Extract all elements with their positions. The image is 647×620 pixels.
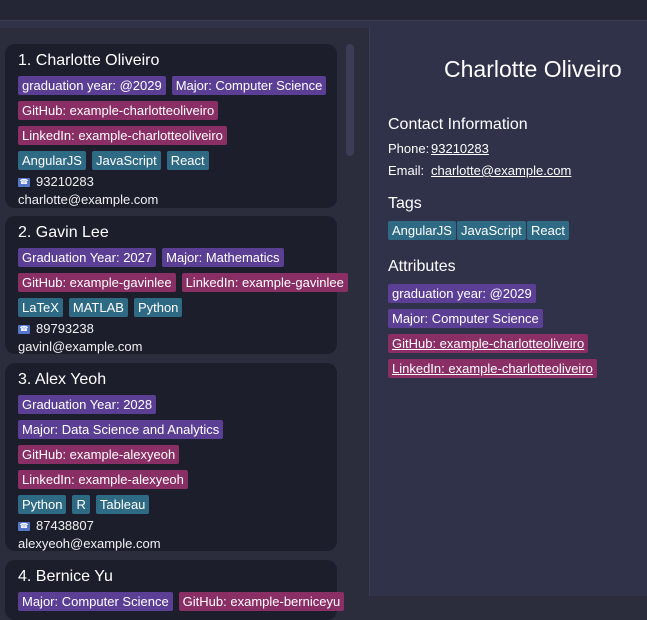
github-chip[interactable]: GitHub: example-gavinlee bbox=[18, 273, 176, 292]
tag-chip: LaTeX bbox=[18, 298, 63, 317]
tag-chip: Tableau bbox=[95, 495, 150, 514]
major-chip: Major: Computer Science bbox=[18, 592, 173, 611]
contact-phone: 87438807 bbox=[36, 518, 94, 533]
github-chip[interactable]: GitHub: example-charlotteoliveiro bbox=[18, 101, 219, 120]
phone-label: Phone: bbox=[388, 141, 430, 156]
contact-phone: 89793238 bbox=[36, 321, 94, 336]
contact-email: charlotte@example.com bbox=[18, 192, 159, 207]
contact-name: 4. Bernice Yu bbox=[18, 568, 113, 585]
graduation-chip: Graduation Year: 2028 bbox=[18, 395, 157, 414]
contact-card-1[interactable]: 1. Charlotte Oliveiro graduation year: @… bbox=[5, 44, 337, 208]
contact-card-4[interactable]: 4. Bernice Yu Major: Computer Science Gi… bbox=[5, 560, 345, 620]
tag-chip: R bbox=[72, 495, 90, 514]
linkedin-chip[interactable]: LinkedIn: example-charlotteoliveiro bbox=[18, 126, 227, 145]
contact-information-heading: Contact Information bbox=[388, 116, 528, 133]
detail-name: Charlotte Oliveiro bbox=[444, 56, 622, 82]
contact-list-scrollbar[interactable] bbox=[346, 44, 354, 156]
tag-chip: MATLAB bbox=[68, 298, 128, 317]
detail-github-link[interactable]: GitHub: example-charlotteoliveiro bbox=[388, 334, 589, 353]
github-chip[interactable]: GitHub: example-berniceyu bbox=[178, 592, 345, 611]
contact-card-2[interactable]: 2. Gavin Lee Graduation Year: 2027 Major… bbox=[5, 216, 348, 354]
contact-card-3[interactable]: 3. Alex Yeoh Graduation Year: 2028 Major… bbox=[5, 363, 337, 551]
graduation-chip: Graduation Year: 2027 bbox=[18, 248, 157, 267]
contact-name: 3. Alex Yeoh bbox=[18, 371, 107, 388]
tags-heading: Tags bbox=[388, 195, 422, 212]
detail-attribute-chip: graduation year: @2029 bbox=[388, 284, 536, 303]
linkedin-chip[interactable]: LinkedIn: example-alexyeoh bbox=[18, 470, 188, 489]
phone-icon: ☎ bbox=[18, 177, 30, 187]
detail-email[interactable]: charlotte@example.com bbox=[431, 163, 571, 178]
contact-email: gavinl@example.com bbox=[18, 339, 143, 354]
detail-tag-chip: React bbox=[527, 221, 569, 240]
major-chip: Major: Data Science and Analytics bbox=[18, 420, 224, 439]
menu-bar bbox=[0, 0, 647, 20]
phone-icon: ☎ bbox=[18, 521, 30, 531]
contact-phone: 93210283 bbox=[36, 174, 94, 189]
attributes-heading: Attributes bbox=[388, 258, 456, 275]
email-label: Email: bbox=[388, 163, 425, 178]
contact-name: 2. Gavin Lee bbox=[18, 224, 109, 241]
detail-linkedin-link[interactable]: LinkedIn: example-charlotteoliveiro bbox=[388, 359, 597, 378]
detail-tag-chip: JavaScript bbox=[457, 221, 526, 240]
contact-email: alexyeoh@example.com bbox=[18, 536, 161, 551]
tag-chip: Python bbox=[18, 495, 67, 514]
github-chip[interactable]: GitHub: example-alexyeoh bbox=[18, 445, 180, 464]
detail-tag-chip: AngularJS bbox=[388, 221, 456, 240]
tag-chip: Python bbox=[133, 298, 183, 317]
tag-chip: AngularJS bbox=[18, 151, 86, 170]
major-chip: Major: Computer Science bbox=[171, 76, 327, 95]
tag-chip: JavaScript bbox=[91, 151, 161, 170]
linkedin-chip[interactable]: LinkedIn: example-gavinlee bbox=[181, 273, 348, 292]
detail-phone[interactable]: 93210283 bbox=[431, 141, 489, 156]
graduation-chip: graduation year: @2029 bbox=[18, 76, 166, 95]
tag-chip: React bbox=[166, 151, 209, 170]
detail-attribute-chip: Major: Computer Science bbox=[388, 309, 543, 328]
major-chip: Major: Mathematics bbox=[162, 248, 284, 267]
contact-name: 1. Charlotte Oliveiro bbox=[18, 52, 160, 69]
phone-icon: ☎ bbox=[18, 324, 30, 334]
